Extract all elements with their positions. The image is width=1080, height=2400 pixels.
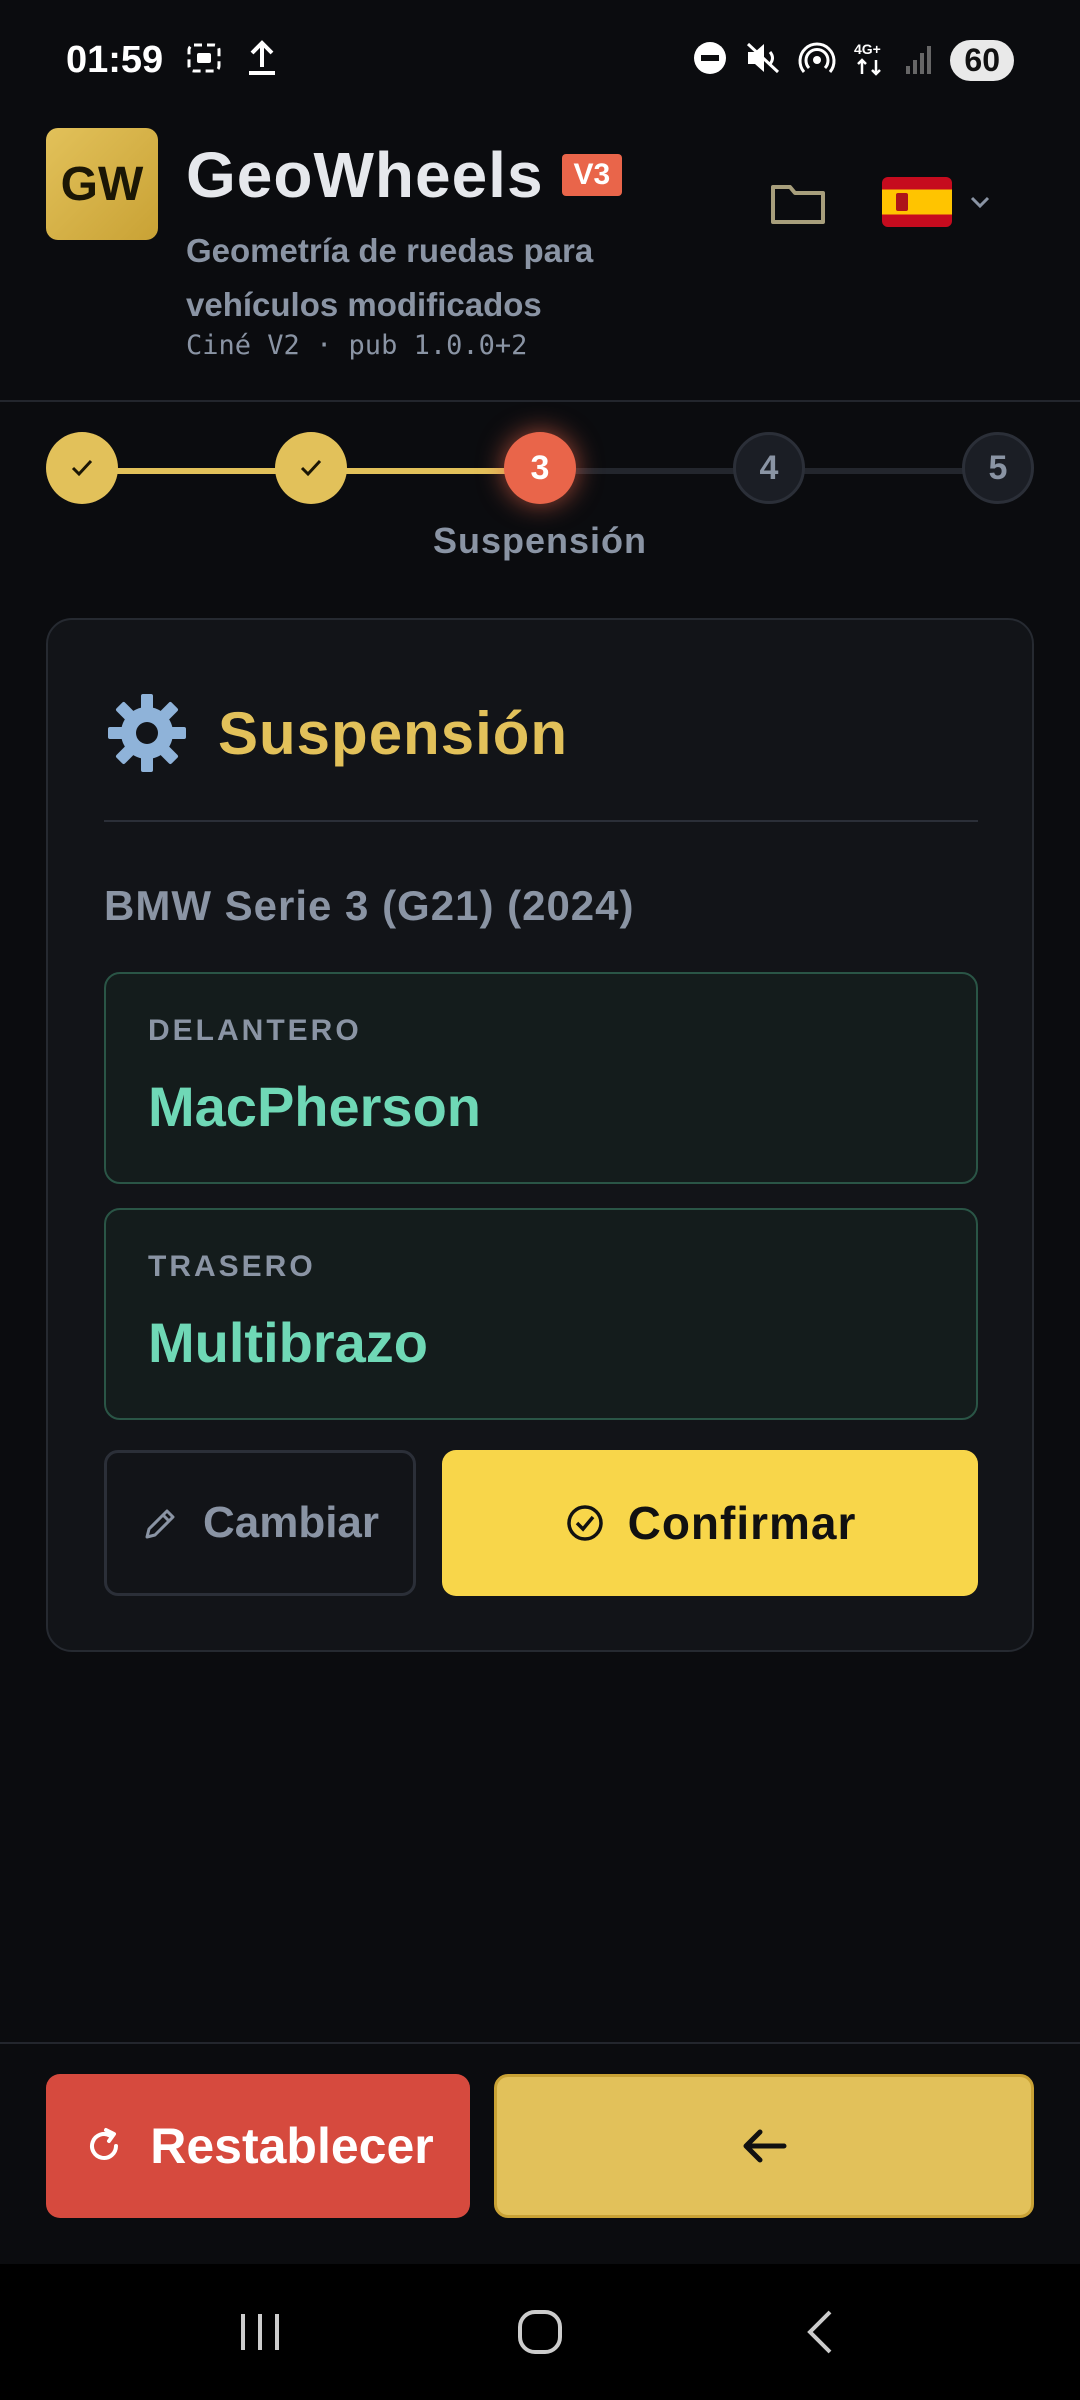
pencil-icon (145, 1509, 175, 1539)
folder-icon (771, 185, 825, 224)
recent-apps-button[interactable] (200, 2292, 320, 2372)
confirm-button[interactable]: Confirmar (442, 1450, 978, 1596)
check-icon (71, 459, 93, 477)
dnd-icon (692, 40, 728, 80)
system-nav-bar (0, 2264, 1080, 2400)
signal-icon (904, 40, 934, 80)
battery-indicator: 60 (950, 39, 1014, 81)
back-chevron-icon (807, 2310, 832, 2354)
change-button[interactable]: Cambiar (104, 1450, 416, 1596)
home-icon (518, 2310, 562, 2354)
card-divider (104, 820, 978, 822)
status-bar: 01:59 4G+ 60 (0, 0, 1080, 120)
screenshot-icon (185, 39, 223, 81)
mute-icon (744, 40, 782, 80)
back-button[interactable] (494, 2074, 1034, 2218)
app-title: GeoWheels (186, 139, 544, 211)
chevron-down-icon (970, 196, 990, 209)
step-4[interactable]: 4 (733, 432, 805, 504)
language-selector[interactable] (882, 164, 992, 240)
reset-button[interactable]: Restablecer (46, 2074, 470, 2218)
arrow-left-icon (743, 2129, 787, 2163)
step-5[interactable]: 5 (962, 432, 1034, 504)
vehicle-name: BMW Serie 3 (G21) (2024) (104, 882, 635, 929)
reset-button-label: Restablecer (150, 2118, 434, 2174)
change-button-label: Cambiar (202, 1498, 380, 1547)
app-header: GW GeoWheels V3 Geometría de ruedas para… (46, 128, 1034, 374)
hotspot-icon (798, 40, 836, 80)
network-4g-icon: 4G+ (852, 40, 888, 80)
header-divider (0, 400, 1080, 402)
svg-text:4G+: 4G+ (854, 41, 881, 57)
current-step-label: Suspensión (432, 520, 648, 561)
step-3[interactable]: 3 (504, 432, 576, 504)
step-2[interactable] (275, 432, 347, 504)
refresh-icon (90, 2128, 119, 2160)
app-logo: GW (46, 128, 158, 240)
open-folder-button[interactable] (758, 168, 838, 238)
build-info: Ciné V2 · pub 1.0.0+2 (186, 330, 528, 361)
rear-suspension-box: TRASERO Multibrazo (104, 1208, 978, 1420)
progress-stepper: 3 4 5 (46, 432, 1034, 512)
status-time: 01:59 (66, 38, 164, 81)
rear-suspension-value: Multibrazo (148, 1311, 428, 1374)
check-icon (300, 459, 322, 477)
front-suspension-label: DELANTERO (148, 1014, 362, 1047)
step-1[interactable] (46, 432, 118, 504)
suspension-card: Suspensión BMW Serie 3 (G21) (2024) DELA… (46, 618, 1034, 1652)
home-button[interactable] (480, 2292, 600, 2372)
version-badge: V3 (561, 154, 623, 196)
confirm-button-label: Confirmar (627, 1497, 857, 1549)
spain-flag-icon (882, 177, 952, 227)
card-title: Suspensión (218, 699, 569, 767)
recents-icon (241, 2314, 279, 2350)
upload-icon (245, 39, 279, 81)
app-subtitle: Geometría de ruedas para vehículos modif… (186, 232, 594, 323)
check-circle-icon (566, 1505, 603, 1541)
gear-icon (108, 694, 186, 772)
front-suspension-box: DELANTERO MacPherson (104, 972, 978, 1184)
rear-suspension-label: TRASERO (148, 1250, 316, 1283)
system-back-button[interactable] (760, 2292, 880, 2372)
front-suspension-value: MacPherson (148, 1075, 481, 1138)
